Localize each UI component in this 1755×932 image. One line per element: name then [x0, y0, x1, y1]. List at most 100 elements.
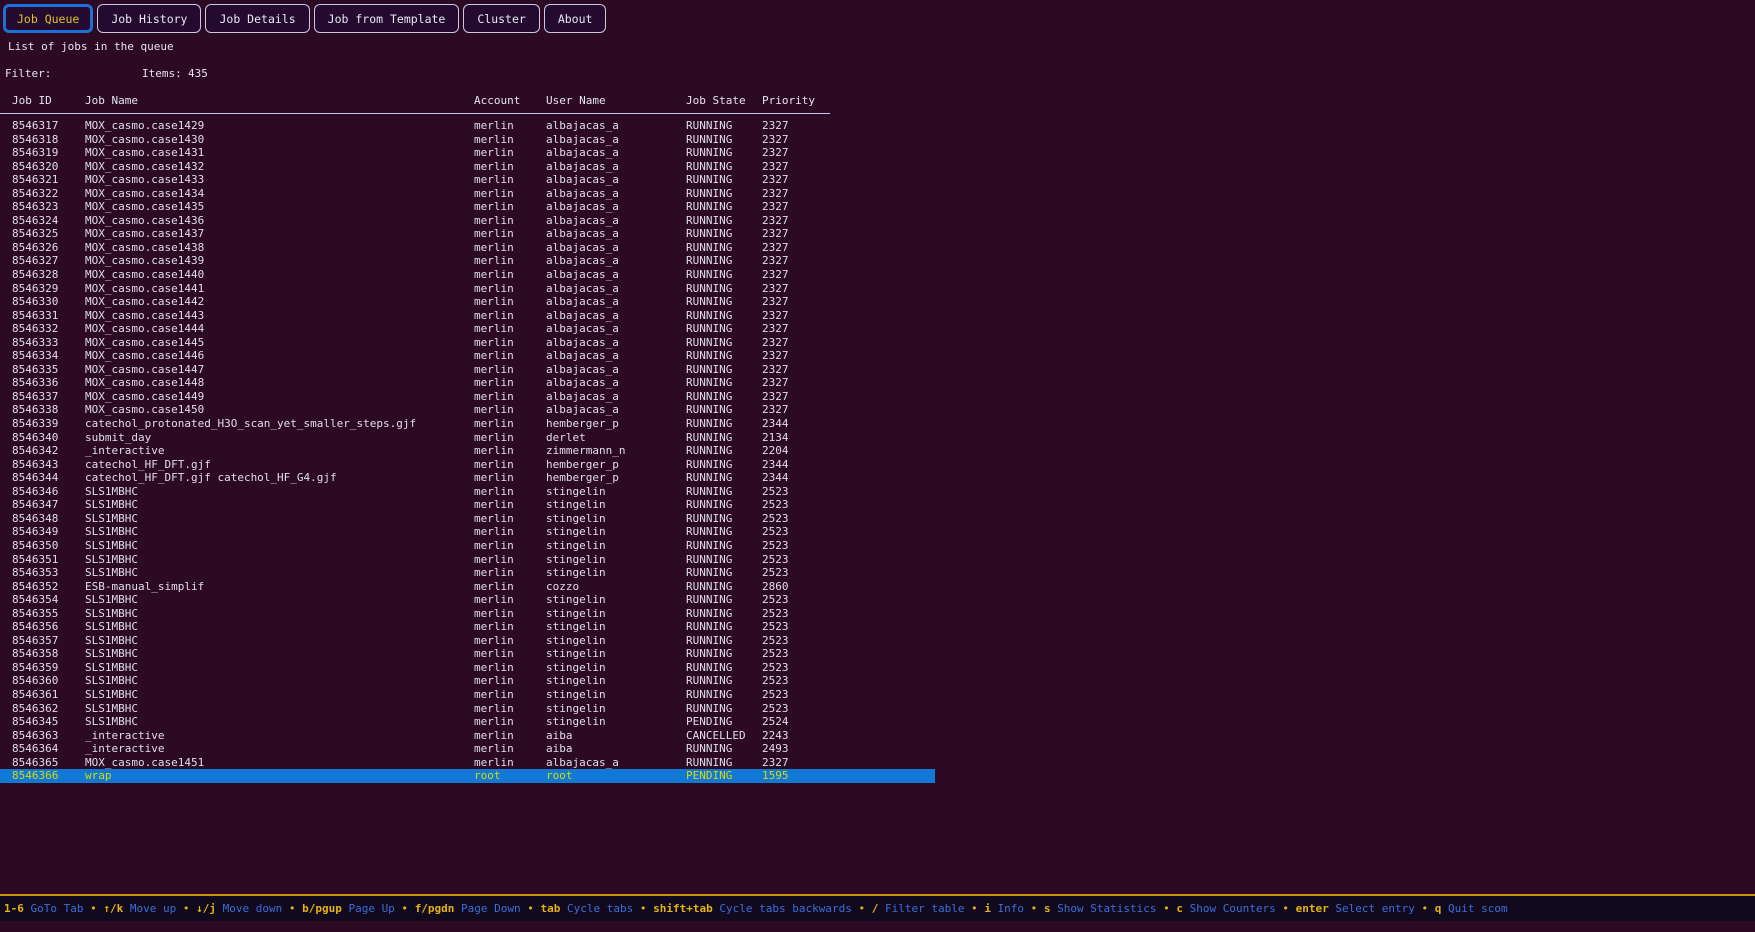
- table-row[interactable]: 8546317MOX_casmo.case1429merlinalbajacas…: [0, 119, 935, 133]
- cell-account: merlin: [474, 349, 546, 363]
- cell-job-name: MOX_casmo.case1448: [85, 376, 474, 390]
- table-row[interactable]: 8546361SLS1MBHCmerlinstingelinRUNNING252…: [0, 688, 935, 702]
- table-row[interactable]: 8546336MOX_casmo.case1448merlinalbajacas…: [0, 376, 935, 390]
- table-row[interactable]: 8546349SLS1MBHCmerlinstingelinRUNNING252…: [0, 525, 935, 539]
- table-row[interactable]: 8546356SLS1MBHCmerlinstingelinRUNNING252…: [0, 620, 935, 634]
- tab-job-queue[interactable]: Job Queue: [3, 4, 93, 33]
- table-row[interactable]: 8546322MOX_casmo.case1434merlinalbajacas…: [0, 187, 935, 201]
- cell-account: merlin: [474, 309, 546, 323]
- cell-job-state: PENDING: [686, 715, 762, 729]
- table-row[interactable]: 8546338MOX_casmo.case1450merlinalbajacas…: [0, 403, 935, 417]
- table-row[interactable]: 8546320MOX_casmo.case1432merlinalbajacas…: [0, 160, 935, 174]
- table-row[interactable]: 8546334MOX_casmo.case1446merlinalbajacas…: [0, 349, 935, 363]
- cell-priority: 2327: [762, 268, 835, 282]
- table-row[interactable]: 8546359SLS1MBHCmerlinstingelinRUNNING252…: [0, 661, 935, 675]
- table-row[interactable]: 8546321MOX_casmo.case1433merlinalbajacas…: [0, 173, 935, 187]
- table-row[interactable]: 8546347SLS1MBHCmerlinstingelinRUNNING252…: [0, 498, 935, 512]
- table-row[interactable]: 8546332MOX_casmo.case1444merlinalbajacas…: [0, 322, 935, 336]
- cell-job-id: 8546320: [12, 160, 85, 174]
- cell-job-id: 8546327: [12, 254, 85, 268]
- keybar-description: GoTo Tab: [24, 902, 84, 915]
- column-header-user-name: User Name: [546, 94, 686, 107]
- table-row[interactable]: 8546364_interactivemerlinaibaRUNNING2493: [0, 742, 935, 756]
- cell-priority: 2327: [762, 254, 835, 268]
- cell-job-name: MOX_casmo.case1443: [85, 309, 474, 323]
- cell-job-id: 8546360: [12, 674, 85, 688]
- cell-priority: 1595: [762, 769, 835, 783]
- cell-job-state: RUNNING: [686, 458, 762, 472]
- table-row[interactable]: 8546323MOX_casmo.case1435merlinalbajacas…: [0, 200, 935, 214]
- tab-job-history[interactable]: Job History: [97, 4, 201, 33]
- cell-job-state: RUNNING: [686, 187, 762, 201]
- table-row[interactable]: 8546325MOX_casmo.case1437merlinalbajacas…: [0, 227, 935, 241]
- table-row[interactable]: 8546319MOX_casmo.case1431merlinalbajacas…: [0, 146, 935, 160]
- cell-priority: 2327: [762, 227, 835, 241]
- table-row[interactable]: 8546343catechol_HF_DFT.gjfmerlinhemberge…: [0, 458, 935, 472]
- cell-account: merlin: [474, 200, 546, 214]
- cell-job-id: 8546364: [12, 742, 85, 756]
- cell-job-state: RUNNING: [686, 498, 762, 512]
- table-row[interactable]: 8546335MOX_casmo.case1447merlinalbajacas…: [0, 363, 935, 377]
- cell-job-name: MOX_casmo.case1429: [85, 119, 474, 133]
- table-row[interactable]: 8546326MOX_casmo.case1438merlinalbajacas…: [0, 241, 935, 255]
- table-row[interactable]: 8546337MOX_casmo.case1449merlinalbajacas…: [0, 390, 935, 404]
- table-row[interactable]: 8546348SLS1MBHCmerlinstingelinRUNNING252…: [0, 512, 935, 526]
- keybar-description: Info: [991, 902, 1024, 915]
- tab-about[interactable]: About: [544, 4, 607, 33]
- table-row[interactable]: 8546331MOX_casmo.case1443merlinalbajacas…: [0, 309, 935, 323]
- table-row[interactable]: 8546353SLS1MBHCmerlinstingelinRUNNING252…: [0, 566, 935, 580]
- cell-user-name: stingelin: [546, 485, 686, 499]
- table-row[interactable]: 8546333MOX_casmo.case1445merlinalbajacas…: [0, 336, 935, 350]
- table-row[interactable]: 8546350SLS1MBHCmerlinstingelinRUNNING252…: [0, 539, 935, 553]
- cell-account: root: [474, 769, 546, 783]
- cell-user-name: stingelin: [546, 661, 686, 675]
- keybar-description: Move down: [216, 902, 282, 915]
- cell-job-id: 8546352: [12, 580, 85, 594]
- table-row[interactable]: 8546340submit_daymerlinderletRUNNING2134: [0, 431, 935, 445]
- cell-job-state: RUNNING: [686, 173, 762, 187]
- keybar-separator: •: [282, 902, 302, 915]
- cell-job-state: RUNNING: [686, 363, 762, 377]
- cell-priority: 2327: [762, 214, 835, 228]
- table-row[interactable]: 8546342_interactivemerlinzimmermann_nRUN…: [0, 444, 935, 458]
- cell-job-name: SLS1MBHC: [85, 485, 474, 499]
- cell-job-id: 8546343: [12, 458, 85, 472]
- cell-job-state: RUNNING: [686, 403, 762, 417]
- table-row[interactable]: 8546339catechol_protonated_H3O_scan_yet_…: [0, 417, 935, 431]
- table-row[interactable]: 8546328MOX_casmo.case1440merlinalbajacas…: [0, 268, 935, 282]
- cell-user-name: hemberger_p: [546, 471, 686, 485]
- table-row[interactable]: 8546327MOX_casmo.case1439merlinalbajacas…: [0, 254, 935, 268]
- cell-job-name: SLS1MBHC: [85, 634, 474, 648]
- table-row[interactable]: 8546357SLS1MBHCmerlinstingelinRUNNING252…: [0, 634, 935, 648]
- table-row[interactable]: 8546352ESB-manual_simplifmerlincozzoRUNN…: [0, 580, 935, 594]
- table-row[interactable]: 8546318MOX_casmo.case1430merlinalbajacas…: [0, 133, 935, 147]
- tab-job-details[interactable]: Job Details: [205, 4, 309, 33]
- cell-user-name: stingelin: [546, 566, 686, 580]
- table-row[interactable]: 8546346SLS1MBHCmerlinstingelinRUNNING252…: [0, 485, 935, 499]
- keybar-key: ↑/k: [103, 902, 123, 915]
- table-row[interactable]: 8546358SLS1MBHCmerlinstingelinRUNNING252…: [0, 647, 935, 661]
- tab-job-from-template[interactable]: Job from Template: [314, 4, 460, 33]
- cell-user-name: albajacas_a: [546, 390, 686, 404]
- cell-job-name: wrap: [85, 769, 474, 783]
- table-row[interactable]: 8546355SLS1MBHCmerlinstingelinRUNNING252…: [0, 607, 935, 621]
- table-row[interactable]: 8546345SLS1MBHCmerlinstingelinPENDING252…: [0, 715, 935, 729]
- table-row-selected[interactable]: 8546366wraprootrootPENDING1595: [0, 769, 935, 783]
- table-row[interactable]: 8546354SLS1MBHCmerlinstingelinRUNNING252…: [0, 593, 935, 607]
- table-row[interactable]: 8546363_interactivemerlinaibaCANCELLED22…: [0, 729, 935, 743]
- table-row[interactable]: 8546329MOX_casmo.case1441merlinalbajacas…: [0, 282, 935, 296]
- table-row[interactable]: 8546362SLS1MBHCmerlinstingelinRUNNING252…: [0, 702, 935, 716]
- cell-account: merlin: [474, 268, 546, 282]
- table-row[interactable]: 8546360SLS1MBHCmerlinstingelinRUNNING252…: [0, 674, 935, 688]
- cell-job-id: 8546362: [12, 702, 85, 716]
- cell-user-name: stingelin: [546, 634, 686, 648]
- tab-cluster[interactable]: Cluster: [463, 4, 539, 33]
- cell-priority: 2327: [762, 173, 835, 187]
- keybar-separator: •: [1157, 902, 1177, 915]
- table-row[interactable]: 8546344catechol_HF_DFT.gjf catechol_HF_G…: [0, 471, 935, 485]
- table-row[interactable]: 8546365MOX_casmo.case1451merlinalbajacas…: [0, 756, 935, 770]
- table-row[interactable]: 8546324MOX_casmo.case1436merlinalbajacas…: [0, 214, 935, 228]
- cell-user-name: albajacas_a: [546, 160, 686, 174]
- table-row[interactable]: 8546351SLS1MBHCmerlinstingelinRUNNING252…: [0, 553, 935, 567]
- table-row[interactable]: 8546330MOX_casmo.case1442merlinalbajacas…: [0, 295, 935, 309]
